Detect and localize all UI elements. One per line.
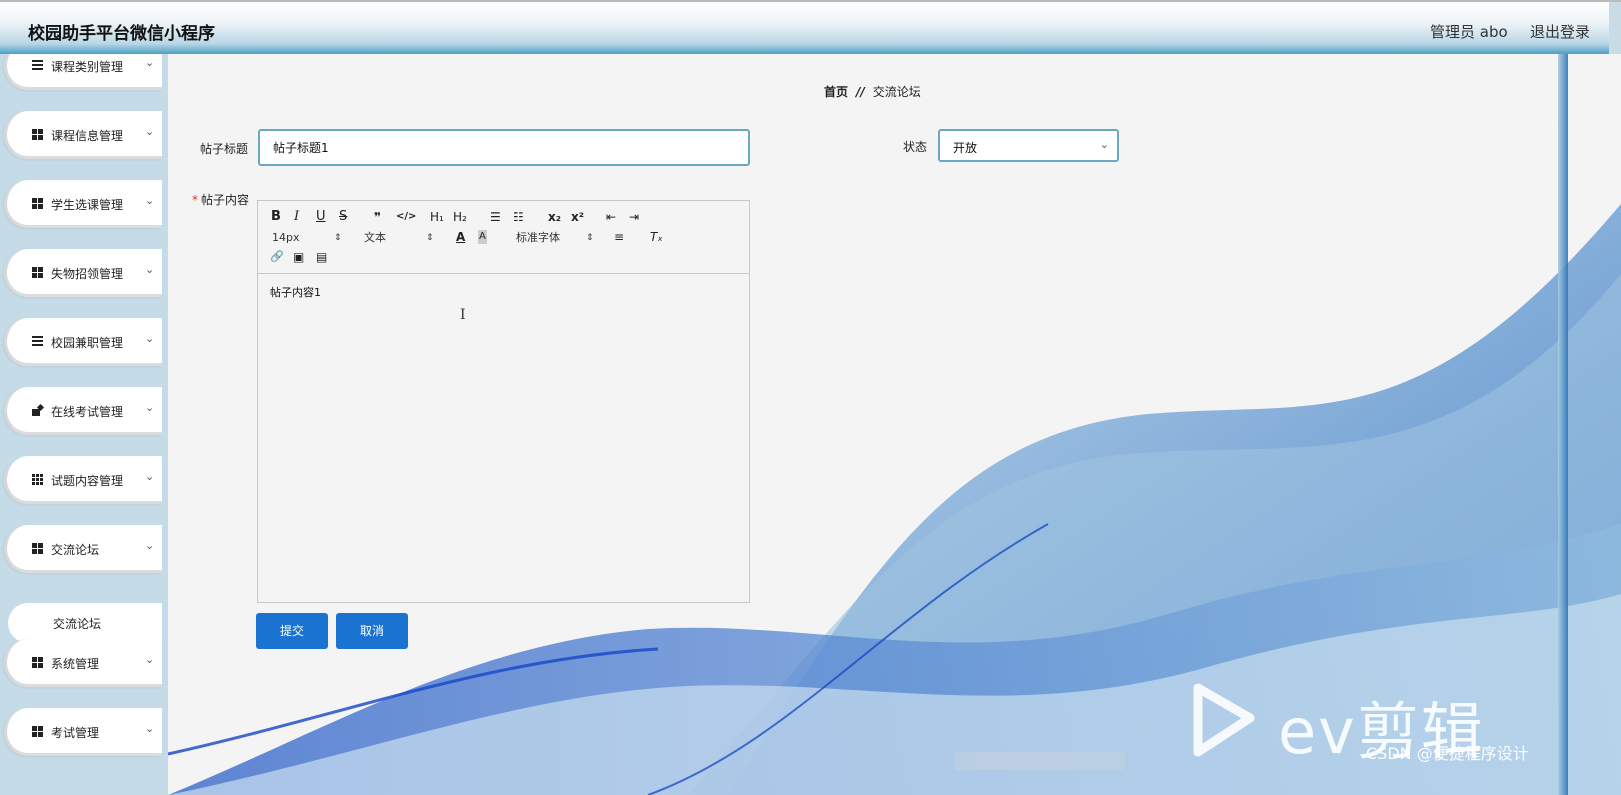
background-color-button[interactable]: A [478, 230, 487, 244]
sidebar: 课程类别管理 ⌄ 课程信息管理 ⌄ 学生选课管理 ⌄ 失物招领管理 ⌄ 校园兼职… [0, 54, 168, 795]
breadcrumb-home[interactable]: 首页 [824, 85, 848, 99]
bold-button[interactable]: B [271, 210, 281, 224]
text-cursor-icon: I [460, 307, 466, 323]
app-title: 校园助手平台微信小程序 [28, 24, 215, 44]
admin-user-label: 管理员 abo [1430, 23, 1508, 41]
breadcrumb: 首页 // 交流论坛 [824, 83, 921, 100]
submit-button[interactable]: 提交 [256, 613, 328, 649]
sidebar-item-label: 课程类别管理 [51, 60, 124, 74]
sidebar-item-label: 学生选课管理 [51, 198, 124, 212]
grid-icon [32, 543, 43, 554]
sidebar-item-system[interactable]: 系统管理 ⌄ [4, 639, 162, 687]
sidebar-item-label: 交流论坛 [51, 543, 100, 557]
editor-toolbar: B I U S ❞ </> H₁ H₂ ☰ ☷ x₂ x² ⇤ ⇥ 14px ⇕… [258, 201, 749, 274]
floating-toolbar [955, 752, 1125, 770]
chevron-down-icon: ⌄ [145, 722, 155, 735]
image-button[interactable]: ▣ [293, 250, 304, 264]
title-label: 帖子标题 [200, 142, 249, 156]
h1-button[interactable]: H₁ [430, 210, 444, 224]
apps-icon [32, 474, 43, 485]
sidebar-item-label: 系统管理 [51, 657, 100, 671]
grid-icon [32, 726, 43, 737]
sidebar-item-forum[interactable]: 交流论坛 ⌄ [4, 525, 162, 573]
picker-arrows-icon: ⇕ [426, 233, 434, 243]
rich-text-editor: B I U S ❞ </> H₁ H₂ ☰ ☷ x₂ x² ⇤ ⇥ 14px ⇕… [257, 200, 750, 603]
chevron-down-icon: ⌄ [145, 539, 155, 552]
top-header: 校园助手平台微信小程序 管理员 abo 退出登录 [0, 0, 1621, 56]
strike-button[interactable]: S [339, 210, 347, 224]
breadcrumb-current: 交流论坛 [872, 85, 921, 99]
h2-button[interactable]: H₂ [453, 210, 467, 224]
grid-icon [32, 129, 43, 140]
sidebar-subitem-forum[interactable]: 交流论坛 [8, 603, 162, 643]
content-label: * 帖子内容 [192, 191, 249, 208]
italic-button[interactable]: I [294, 210, 299, 224]
content-label-text: 帖子内容 [201, 193, 250, 207]
chevron-down-icon: ⌄ [145, 194, 155, 207]
status-label: 状态 [903, 140, 928, 154]
breadcrumb-separator: // [856, 85, 865, 99]
list-icon [32, 60, 43, 71]
picker-arrows-icon: ⇕ [334, 233, 342, 243]
editor-content[interactable]: 帖子内容1 [270, 284, 321, 300]
cancel-button[interactable]: 取消 [336, 613, 408, 649]
chevron-down-icon: ⌄ [145, 470, 155, 483]
format-picker[interactable]: 文本 [364, 231, 386, 245]
header-edge [1609, 2, 1621, 56]
sidebar-item-student-selection[interactable]: 学生选课管理 ⌄ [4, 180, 162, 228]
subscript-button[interactable]: x₂ [548, 210, 561, 224]
chevron-down-icon: ⌄ [145, 332, 155, 345]
outdent-button[interactable]: ⇤ [606, 210, 616, 224]
clean-format-button[interactable]: Tₓ [650, 230, 663, 244]
text-color-button[interactable]: A [456, 230, 465, 244]
font-family-picker[interactable]: 标准字体 [516, 231, 560, 245]
indent-button[interactable]: ⇥ [629, 210, 639, 224]
font-size-picker[interactable]: 14px [272, 231, 300, 245]
code-block-button[interactable]: </> [396, 210, 416, 224]
ordered-list-button[interactable]: ☰ [490, 210, 501, 224]
sidebar-item-label: 在线考试管理 [51, 405, 124, 419]
bullet-list-button[interactable]: ☷ [513, 210, 524, 224]
chevron-down-icon: ⌄ [145, 401, 155, 414]
grid-icon [32, 657, 43, 668]
underline-button[interactable]: U [316, 210, 326, 224]
sidebar-subitem-label: 交流论坛 [53, 617, 102, 631]
picker-arrows-icon: ⇕ [586, 233, 594, 243]
sidebar-item-label: 考试管理 [51, 726, 100, 740]
chevron-down-icon: ⌄ [145, 263, 155, 276]
edit-icon [32, 403, 45, 416]
grid-icon [32, 267, 43, 278]
link-button[interactable]: 🔗 [270, 250, 284, 264]
sidebar-item-label: 试题内容管理 [51, 474, 124, 488]
chevron-down-icon: ⌄ [145, 653, 155, 666]
right-edge-strip [1558, 54, 1568, 795]
sidebar-item-course-category[interactable]: 课程类别管理 ⌄ [4, 54, 162, 90]
sidebar-item-label: 校园兼职管理 [51, 336, 124, 350]
sidebar-item-online-exam[interactable]: 在线考试管理 ⌄ [4, 387, 162, 435]
sidebar-item-course-info[interactable]: 课程信息管理 ⌄ [4, 111, 162, 159]
blockquote-button[interactable]: ❞ [374, 210, 381, 224]
video-button[interactable]: ▤ [316, 250, 327, 264]
status-select[interactable]: 开放 ⌄ [938, 129, 1119, 162]
list-icon [32, 336, 43, 347]
sidebar-item-question-content[interactable]: 试题内容管理 ⌄ [4, 456, 162, 504]
align-button[interactable]: ≡ [614, 230, 624, 244]
sidebar-item-label: 课程信息管理 [51, 129, 124, 143]
status-select-value: 开放 [953, 141, 978, 155]
superscript-button[interactable]: x² [571, 210, 584, 224]
sidebar-item-part-time[interactable]: 校园兼职管理 ⌄ [4, 318, 162, 366]
required-mark: * [192, 193, 198, 207]
sidebar-item-lost-found[interactable]: 失物招领管理 ⌄ [4, 249, 162, 297]
sidebar-item-exam[interactable]: 考试管理 ⌄ [4, 708, 162, 756]
csdn-watermark: CSDN @便捷程序设计 [1366, 744, 1529, 763]
chevron-down-icon: ⌄ [1099, 138, 1109, 151]
logout-link[interactable]: 退出登录 [1530, 21, 1590, 42]
chevron-down-icon: ⌄ [145, 56, 155, 69]
post-title-input[interactable] [258, 129, 750, 166]
sidebar-item-label: 失物招领管理 [51, 267, 124, 281]
chevron-down-icon: ⌄ [145, 125, 155, 138]
grid-icon [32, 198, 43, 209]
